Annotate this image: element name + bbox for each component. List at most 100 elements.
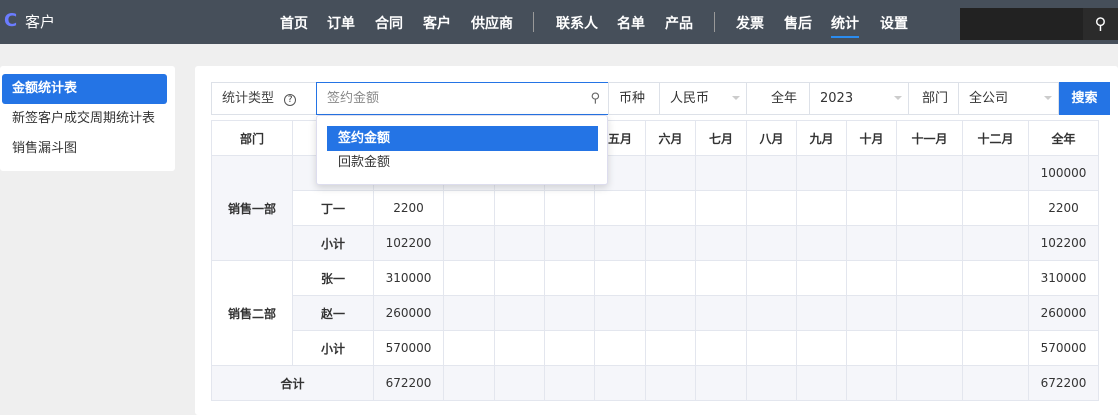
year-select[interactable]: 2023 [809, 82, 909, 115]
search-icon: ⚲ [590, 91, 600, 106]
stat-type-label: 统计类型 ? [211, 82, 317, 115]
nav-products[interactable]: 产品 [665, 13, 693, 33]
table-cell [896, 330, 963, 366]
table-cell [645, 260, 696, 296]
table-row: 小计 570000 570000 [212, 330, 1099, 366]
table-cell [846, 260, 897, 296]
total-cell: 260000 [1028, 295, 1099, 331]
table-row: 赵一 260000 260000 [212, 295, 1099, 331]
table-cell [962, 295, 1029, 331]
table-cell [594, 295, 646, 331]
nav-settings[interactable]: 设置 [880, 13, 908, 33]
column-header: 九月 [796, 120, 847, 156]
table-cell [746, 330, 797, 366]
table-cell [645, 155, 696, 191]
column-header: 七月 [695, 120, 747, 156]
total-cell: 570000 [1028, 330, 1099, 366]
table-cell [846, 190, 897, 226]
stat-type-dropdown: 签约金额 回款金额 [316, 115, 608, 185]
select-value: 签约金额 [327, 91, 380, 106]
dept-cell: 销售二部 [211, 260, 293, 366]
table-cell [443, 225, 495, 261]
nav-home[interactable]: 首页 [280, 13, 308, 33]
app-title: 客户 [25, 13, 56, 31]
table-cell [695, 190, 747, 226]
table-cell: 260000 [373, 295, 444, 331]
top-bar: C 客户 首页 订单 合同 客户 供应商 联系人 名单 产品 发票 售后 统计 … [0, 0, 1118, 44]
select-value: 2023 [820, 91, 854, 106]
table-cell [695, 155, 747, 191]
table-cell [746, 190, 797, 226]
nav-contacts[interactable]: 联系人 [556, 13, 598, 33]
table-cell [443, 190, 495, 226]
table-cell [796, 225, 847, 261]
footer-label: 合计 [211, 365, 374, 401]
sidebar-item-amount-stats[interactable]: 金额统计表 [2, 74, 167, 104]
nav-after-sales[interactable]: 售后 [784, 13, 812, 33]
table-cell [746, 365, 797, 401]
nav-statistics[interactable]: 统计 [831, 13, 859, 38]
sidebar-item-funnel[interactable]: 销售漏斗图 [2, 134, 167, 164]
table-footer-row: 合计 672200 672200 [211, 365, 1099, 401]
sidebar-item-cycle-stats[interactable]: 新签客户成交周期统计表 [2, 104, 167, 134]
table-cell [796, 295, 847, 331]
table-cell [494, 225, 545, 261]
nav-divider [533, 12, 534, 32]
global-search-input[interactable] [960, 8, 1083, 40]
table-cell [846, 155, 897, 191]
table-cell [695, 365, 747, 401]
table-cell [443, 260, 495, 296]
table-cell [594, 190, 646, 226]
table-cell [494, 365, 545, 401]
table-cell [796, 330, 847, 366]
chevron-down-icon [894, 96, 902, 104]
table-cell: 570000 [373, 330, 444, 366]
option-payment-amount[interactable]: 回款金额 [327, 150, 598, 175]
name-cell: 丁一 [292, 190, 374, 226]
table-cell [645, 295, 696, 331]
table-cell [594, 365, 646, 401]
option-signed-amount[interactable]: 签约金额 [327, 126, 598, 151]
search-icon[interactable]: ⚲ [1083, 8, 1118, 40]
table-cell [494, 260, 545, 296]
dept-label: 部门 [908, 82, 959, 115]
table-cell [746, 225, 797, 261]
dept-cell: 销售一部 [211, 155, 293, 261]
total-cell: 102200 [1028, 225, 1099, 261]
help-icon[interactable]: ? [284, 94, 297, 106]
table-cell [896, 155, 963, 191]
table-cell: 102200 [373, 225, 444, 261]
column-header: 八月 [746, 120, 797, 156]
table-cell [896, 190, 963, 226]
dept-select[interactable]: 全公司 [958, 82, 1059, 115]
name-cell: 赵一 [292, 295, 374, 331]
search-button[interactable]: 搜索 [1059, 82, 1110, 115]
currency-select[interactable]: 人民币 [659, 82, 747, 115]
table-cell [443, 295, 495, 331]
table-cell [544, 365, 595, 401]
table-cell [846, 225, 897, 261]
nav-suppliers[interactable]: 供应商 [471, 13, 513, 33]
table-cell [796, 260, 847, 296]
logo-icon: C [4, 10, 18, 31]
table-cell [896, 365, 963, 401]
select-value: 人民币 [670, 91, 710, 106]
total-cell: 310000 [1028, 260, 1099, 296]
name-cell: 小计 [292, 225, 374, 261]
nav-contracts[interactable]: 合同 [375, 13, 403, 33]
table-cell [962, 155, 1029, 191]
total-cell: 100000 [1028, 155, 1099, 191]
nav-invoices[interactable]: 发票 [736, 13, 764, 33]
table-cell: 2200 [373, 190, 444, 226]
nav-customers[interactable]: 客户 [423, 13, 451, 33]
nav-lists[interactable]: 名单 [617, 13, 645, 33]
nav-orders[interactable]: 订单 [327, 13, 355, 33]
table-cell [796, 155, 847, 191]
currency-label: 币种 [608, 82, 660, 115]
table-cell [846, 330, 897, 366]
stat-type-select[interactable]: 签约金额 ⚲ [316, 82, 609, 115]
table-cell [896, 295, 963, 331]
name-cell: 小计 [292, 330, 374, 366]
table-cell [494, 190, 545, 226]
table-cell [896, 225, 963, 261]
